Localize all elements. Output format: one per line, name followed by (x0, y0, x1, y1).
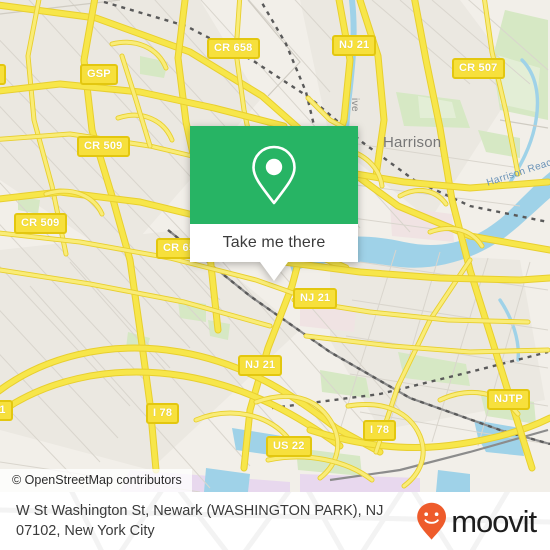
map-shield: GSP (80, 64, 118, 85)
map-shield: 5 (0, 64, 7, 85)
map-shield: NJ 21 (332, 35, 377, 56)
map-pin-icon (252, 145, 296, 205)
map-shield: I 78 (146, 403, 180, 424)
address-text: W St Washington St, Newark (WASHINGTON P… (16, 503, 384, 539)
map-shield: I 78 (363, 420, 397, 441)
popup-pointer-tail (260, 262, 288, 281)
map-shield: CR 509 (77, 136, 130, 157)
place-label-harrison: Harrison (383, 134, 442, 151)
moovit-map-screenshot: .bg { fill:#f2efe9; } .blk { fill:#ebe8e… (0, 0, 550, 550)
moovit-smiley-pin-icon (417, 502, 447, 540)
map-shield: NJ 21 (293, 288, 338, 309)
footer-bar: W St Washington St, Newark (WASHINGTON P… (0, 492, 550, 550)
map-popup-card[interactable]: Take me there (190, 126, 358, 281)
map-shield: NJTP (487, 389, 530, 410)
map-shield: CR 507 (452, 58, 505, 79)
moovit-logo[interactable]: moovit (415, 501, 537, 541)
vertical-street-label: ive (349, 98, 360, 112)
map-shield: US 22 (266, 436, 312, 457)
popup-action-bar[interactable]: Take me there (190, 224, 358, 262)
map-canvas[interactable]: .bg { fill:#f2efe9; } .blk { fill:#ebe8e… (0, 0, 550, 492)
map-shield: NJ 21 (238, 355, 283, 376)
popup-header (190, 126, 358, 224)
map-shield: 01 (0, 400, 13, 421)
take-me-there-label: Take me there (222, 234, 326, 251)
moovit-wordmark: moovit (451, 503, 537, 539)
map-shield: CR 509 (14, 213, 67, 234)
map-shield: CR 658 (207, 38, 260, 59)
osm-attribution[interactable]: © OpenStreetMap contributors (0, 469, 192, 492)
